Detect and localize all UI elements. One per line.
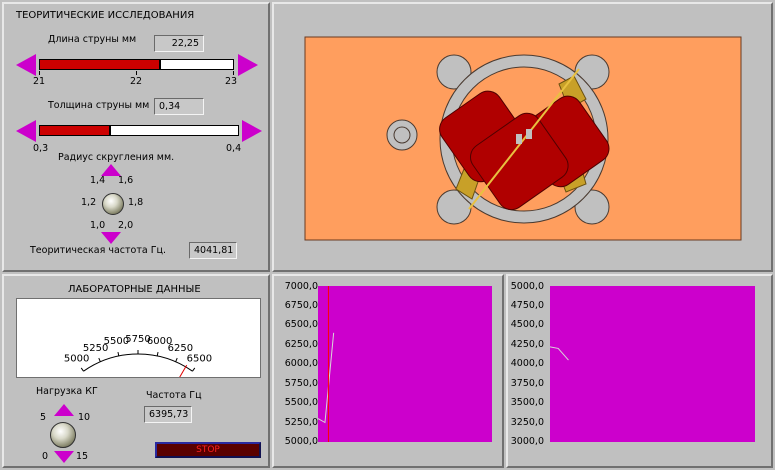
string-thickness-slider-fill: [40, 126, 112, 135]
load-label-5: 5: [40, 412, 47, 423]
theory-freq-label: Теоритическая частота Гц.: [30, 245, 167, 256]
tick: [233, 71, 234, 75]
chart-1-y-tick: 5000,0: [284, 436, 318, 447]
string-thickness-decrease-button[interactable]: [16, 120, 36, 142]
chart-1-y-tick: 6000,0: [284, 358, 318, 369]
string-length-value: 22,25: [154, 35, 204, 52]
string-thickness-increase-button[interactable]: [242, 120, 262, 142]
load-decrease-button[interactable]: [54, 451, 74, 463]
gauge-tick-label: 5000: [64, 353, 89, 364]
load-label-15: 15: [76, 451, 89, 462]
chart-2-y-tick: 3750,0: [510, 378, 544, 389]
chart-2-y-tick: 4500,0: [510, 319, 544, 330]
chart-2-series-line: [550, 346, 569, 361]
chart-1-y-tick: 6250,0: [284, 339, 318, 350]
radius-decrease-button[interactable]: [101, 232, 121, 244]
lab-panel: ЛАБОРАТОРНЫЕ ДАННЫЕ 5000 5250 5500 5750 6000…: [2, 274, 270, 468]
load-increase-button[interactable]: [54, 404, 74, 416]
chart-1-y-tick: 5250,0: [284, 417, 318, 428]
chart-1-y-tick: 6500,0: [284, 319, 318, 330]
load-label-10: 10: [78, 412, 91, 423]
string-length-mid: 22: [130, 76, 143, 87]
string-thickness-max: 0,4: [226, 143, 242, 154]
string-length-decrease-button[interactable]: [16, 54, 36, 76]
chart-2-y-tick: 5000,0: [510, 281, 544, 292]
string-thickness-value: 0,34: [154, 98, 204, 115]
radius-label-1-6: 1,6: [118, 175, 134, 186]
radius-knob[interactable]: [102, 193, 124, 215]
chart-2-y-tick: 3000,0: [510, 436, 544, 447]
radius-label: Радиус скругления мм.: [58, 152, 175, 163]
frequency-gauge: 5000 5250 5500 5750 6000 6250 6500: [16, 298, 261, 378]
radius-label-2-0: 2,0: [118, 220, 134, 231]
chart-1-y-tick: 6750,0: [284, 300, 318, 311]
string-length-slider-fill: [40, 60, 161, 69]
radius-label-1-4: 1,4: [90, 175, 106, 186]
chart-1-y-tick: 7000,0: [284, 281, 318, 292]
string-length-max: 23: [225, 76, 238, 87]
chart-2-y-tick: 3250,0: [510, 417, 544, 428]
gauge-tick: [156, 351, 159, 357]
gauge-arc: [83, 353, 193, 372]
chart-1-series-line: [318, 332, 335, 424]
chart-2-y-tick: 4750,0: [510, 300, 544, 311]
string-thickness-slider[interactable]: [39, 125, 239, 136]
theory-freq-value: 4041,81: [189, 242, 237, 259]
string-length-label: Длина струны мм: [48, 34, 137, 45]
gauge-tick: [175, 357, 178, 362]
load-label-0: 0: [42, 451, 49, 462]
chart-2-y-tick: 4000,0: [510, 358, 544, 369]
string-device-image: [304, 36, 742, 241]
gauge-tick: [80, 367, 84, 372]
gauge-tick: [117, 351, 120, 357]
chart-panel-2: 5000,0 4750,0 4500,0 4250,0 4000,0 3750,…: [506, 274, 773, 468]
theory-panel: ТЕОРИТИЧЕСКИЕ ИССЛЕДОВАНИЯ Длина струны …: [2, 2, 270, 272]
lab-freq-value: 6395,73: [144, 406, 192, 423]
gauge-tick: [98, 357, 101, 362]
radius-label-1-2: 1,2: [81, 197, 97, 208]
chart-panel-1: 7000,0 6750,0 6500,0 6250,0 6000,0 5750,…: [272, 274, 504, 468]
load-label: Нагрузка КГ: [36, 386, 98, 397]
chart-1-y-tick: 5500,0: [284, 397, 318, 408]
string-thickness-min: 0,3: [33, 143, 49, 154]
chart-2-y-tick: 4250,0: [510, 339, 544, 350]
lab-title: ЛАБОРАТОРНЫЕ ДАННЫЕ: [68, 284, 201, 295]
stop-button[interactable]: STOP: [155, 442, 261, 458]
string-thickness-label: Толщина струны мм: [48, 100, 150, 111]
chart-2-y-tick: 3500,0: [510, 397, 544, 408]
gauge-tick-label: 6250: [168, 343, 193, 354]
theory-title: ТЕОРИТИЧЕСКИЕ ИССЛЕДОВАНИЯ: [16, 10, 195, 21]
device-image-panel: [272, 2, 773, 272]
radius-label-1-8: 1,8: [128, 197, 144, 208]
tick: [39, 71, 40, 75]
gauge-tick-label: 6500: [187, 353, 212, 364]
radius-label-1-0: 1,0: [90, 220, 106, 231]
load-knob[interactable]: [50, 422, 76, 448]
string-length-slider[interactable]: [39, 59, 234, 70]
string-length-increase-button[interactable]: [238, 54, 258, 76]
gauge-tick: [192, 367, 196, 372]
tick: [136, 71, 137, 75]
chart-1-y-tick: 5750,0: [284, 378, 318, 389]
lab-freq-label: Частота Гц: [146, 390, 202, 401]
string-length-min: 21: [33, 76, 46, 87]
chart-1-plot-area: [318, 286, 492, 442]
chart-2-plot-area: [550, 286, 755, 442]
